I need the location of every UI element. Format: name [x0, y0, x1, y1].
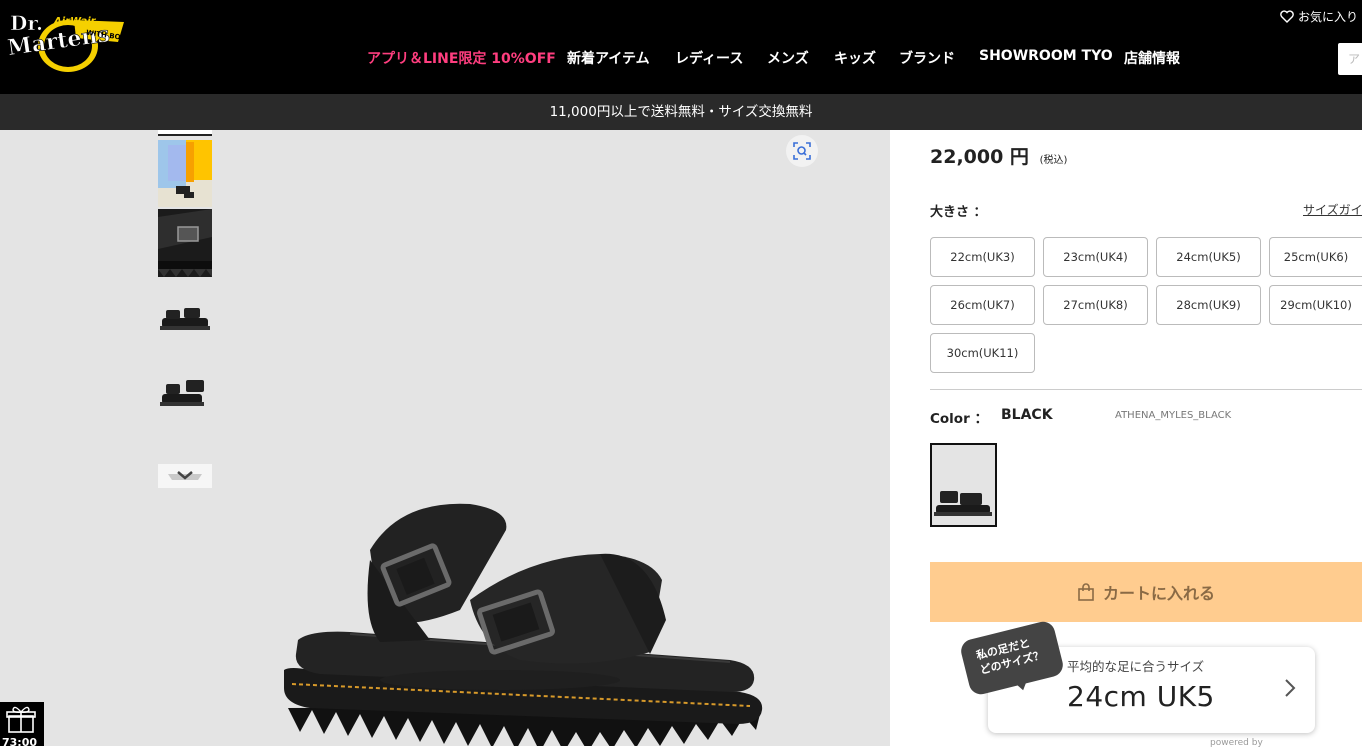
size-option-24cm[interactable]: 24cm(UK5): [1156, 237, 1261, 277]
gift-icon: [6, 706, 36, 733]
thumbnail-more[interactable]: [158, 464, 212, 488]
shopping-bag-icon: [1078, 583, 1094, 601]
thumbnail-closeup[interactable]: [158, 209, 212, 277]
color-label: Color ：: [930, 411, 988, 427]
nav-item-stores[interactable]: 店舗情報: [1124, 48, 1180, 68]
section-divider: [930, 389, 1362, 390]
sandal-pair-side-image: [158, 280, 212, 348]
zoom-scan-icon: [793, 142, 811, 160]
size-option-27cm[interactable]: 27cm(UK8): [1043, 285, 1148, 325]
nav-item-app-line-promo[interactable]: アプリ＆LINE限定 10%OFF: [367, 48, 556, 68]
chevron-right-icon: [1285, 679, 1296, 697]
sandal-on-feet-image: [158, 140, 212, 207]
chevron-down-icon: [158, 464, 212, 488]
sandal-pair-angle-image: [158, 350, 212, 418]
zoom-button[interactable]: [786, 135, 818, 167]
heart-icon: [1280, 10, 1294, 23]
swatch-sandal-image: [932, 445, 995, 525]
size-option-23cm[interactable]: 23cm(UK4): [1043, 237, 1148, 277]
size-option-30cm[interactable]: 30cm(UK11): [930, 333, 1035, 373]
gift-widget[interactable]: 73:00: [0, 702, 44, 749]
size-option-28cm[interactable]: 28cm(UK9): [1156, 285, 1261, 325]
site-header: Dr. Martens AirWair WITH BOUNCING SOLES …: [0, 0, 1362, 94]
thumbnail-on-feet[interactable]: [158, 140, 212, 207]
nav-item-kids[interactable]: キッズ: [834, 48, 876, 68]
favorites-label: お気に入り: [1298, 10, 1359, 24]
size-option-29cm[interactable]: 29cm(UK10): [1269, 285, 1362, 325]
recommended-size: 24cm UK5: [1067, 680, 1215, 713]
thumbnail-selected[interactable]: [158, 130, 212, 136]
thumbnail-pair-angle[interactable]: [158, 350, 212, 418]
add-to-cart-button[interactable]: カートに入れる: [930, 562, 1362, 622]
tax-note: (税込): [1039, 155, 1068, 166]
sandal-closeup-image: [158, 209, 212, 277]
powered-by-label: powered by: [1210, 738, 1263, 748]
nav-item-ladies[interactable]: レディース: [675, 48, 743, 68]
size-label: 大きさ ：: [930, 205, 987, 220]
svg-text:AirWair: AirWair: [53, 16, 97, 27]
size-option-22cm[interactable]: 22cm(UK3): [930, 237, 1035, 277]
product-price: 22,000 円 (税込): [930, 142, 1067, 169]
nav-item-new-arrivals[interactable]: 新着アイテム: [567, 48, 650, 68]
shipping-notice: 11,000円以上で送料無料・サイズ交換無料: [0, 94, 1362, 130]
fit-caption: 平均的な足に合うサイズ: [1067, 659, 1205, 674]
nav-item-brand[interactable]: ブランド: [899, 48, 955, 68]
size-guide-link[interactable]: サイズガイ: [1303, 201, 1362, 218]
size-option-26cm[interactable]: 26cm(UK7): [930, 285, 1035, 325]
search-input[interactable]: ア: [1338, 43, 1362, 75]
nav-item-mens[interactable]: メンズ: [767, 48, 809, 68]
product-gallery: [0, 130, 890, 746]
size-option-25cm[interactable]: 25cm(UK6): [1269, 237, 1362, 277]
nav-item-showroom[interactable]: SHOWROOM TYO: [979, 48, 1113, 64]
favorites-link[interactable]: お気に入り: [1280, 8, 1358, 25]
main-product-image: [284, 503, 763, 746]
color-code: ATHENA_MYLES_BLACK: [1115, 410, 1232, 421]
dr-martens-logo[interactable]: Dr. Martens AirWair WITH BOUNCING SOLES: [6, 8, 124, 74]
price-value: 22,000 円: [930, 146, 1029, 168]
color-swatch-black[interactable]: [930, 443, 997, 527]
gift-timer: 73:00: [2, 736, 38, 749]
color-value: BLACK: [1001, 407, 1053, 423]
thumbnail-pair-side[interactable]: [158, 280, 212, 348]
add-to-cart-label: カートに入れる: [1102, 584, 1215, 603]
